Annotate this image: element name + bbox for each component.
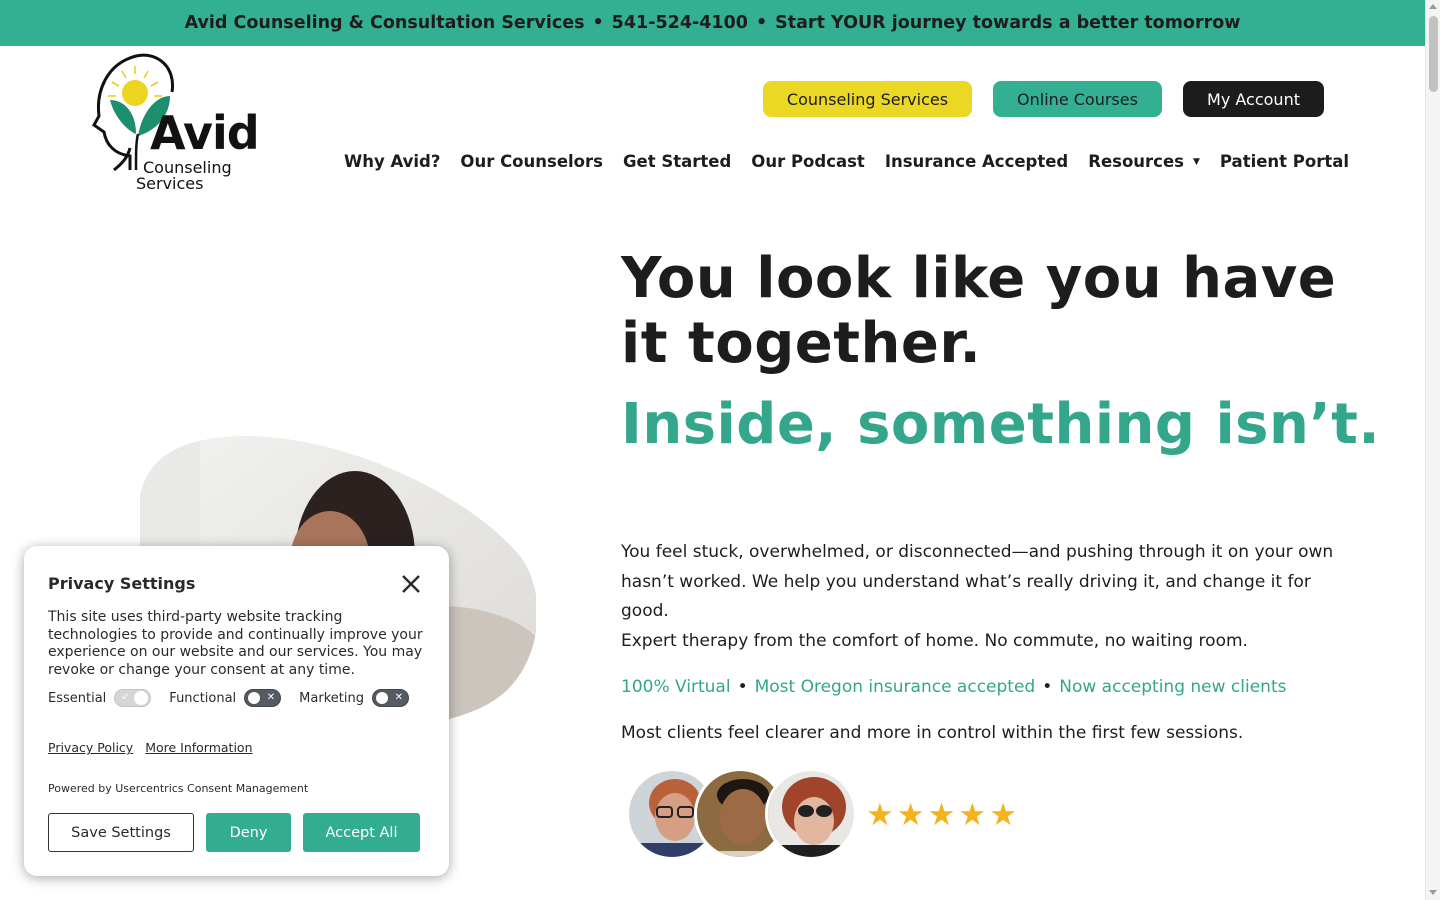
hero-paragraph-results: Most clients feel clearer and more in co…	[621, 723, 1244, 743]
nav-label: Why Avid?	[344, 152, 441, 171]
privacy-dialog-title: Privacy Settings	[48, 574, 196, 593]
logo-subtitle-line2: Services	[136, 174, 204, 193]
toggle-label-essential: Essential	[48, 690, 107, 706]
hero-subheadline: Inside, something isn’t.	[621, 392, 1381, 457]
feature-separator: •	[737, 677, 748, 697]
hero-paragraph-virtual: Expert therapy from the comfort of home.…	[621, 631, 1248, 651]
dropdown-caret-icon: ▼	[1192, 156, 1200, 167]
hero-features: 100% Virtual • Most Oregon insurance accep…	[621, 673, 1286, 703]
nav-item-patient-portal[interactable]: Patient Portal	[1220, 152, 1349, 171]
scroll-down-arrow-icon[interactable]	[1429, 890, 1437, 895]
banner-tagline: Start YOUR journey towards a better tomo…	[775, 13, 1241, 33]
logo-wordmark: Avid	[150, 106, 260, 160]
banner-company-name: Avid Counseling & Consultation Services	[184, 13, 585, 33]
star-icon: ★	[989, 797, 1017, 833]
more-information-link[interactable]: More Information	[145, 740, 252, 755]
rating-stars: ★ ★ ★ ★ ★	[866, 798, 1017, 832]
my-account-button[interactable]: My Account	[1183, 81, 1324, 117]
feature-separator: •	[1042, 677, 1053, 697]
toggle-label-marketing: Marketing	[299, 690, 364, 706]
online-courses-button[interactable]: Online Courses	[993, 81, 1162, 117]
close-icon[interactable]	[399, 572, 423, 596]
top-banner: Avid Counseling & Consultation Services …	[0, 0, 1425, 46]
site-logo[interactable]: Avid Counseling Services	[84, 52, 264, 194]
essential-toggle: ✓	[114, 689, 152, 707]
privacy-dialog-text: This site uses third-party website track…	[48, 609, 423, 679]
client-avatar	[765, 768, 857, 860]
deny-button[interactable]: Deny	[206, 813, 291, 852]
nav-item-get-started[interactable]: Get Started	[623, 152, 731, 171]
star-icon: ★	[958, 797, 987, 833]
marketing-toggle[interactable]: ✕	[371, 689, 409, 707]
check-icon: ✓	[121, 692, 130, 703]
nav-item-our-podcast[interactable]: Our Podcast	[751, 152, 865, 171]
star-icon: ★	[896, 797, 925, 833]
privacy-settings-dialog: Privacy Settings This site uses third-pa…	[24, 546, 449, 876]
main-navigation: Why Avid? Our Counselors Get Started Our…	[344, 152, 1349, 171]
nav-item-insurance-accepted[interactable]: Insurance Accepted	[885, 152, 1068, 171]
accept-all-button[interactable]: Accept All	[303, 813, 420, 852]
star-icon: ★	[927, 797, 956, 833]
nav-label: Get Started	[622, 152, 732, 171]
consent-toggles: Essential ✓ Functional ✕ Marketing ✕	[48, 689, 427, 707]
nav-label: Patient Portal	[1219, 152, 1350, 171]
feature-insurance: Most Oregon insurance accepted	[754, 677, 1036, 697]
banner-separator: •	[755, 13, 768, 33]
functional-toggle[interactable]: ✕	[244, 689, 282, 707]
banner-separator: •	[592, 13, 604, 33]
privacy-links: Privacy Policy More Information	[48, 740, 253, 755]
nav-label: Our Podcast	[751, 152, 865, 171]
counseling-services-button[interactable]: Counseling Services	[763, 81, 972, 117]
save-settings-button[interactable]: Save Settings	[48, 813, 194, 852]
hero-headline: You look like you have it together.	[621, 246, 1337, 376]
nav-item-resources[interactable]: Resources ▼	[1088, 152, 1200, 171]
toggle-label-functional: Functional	[169, 690, 237, 706]
powered-by-text: Powered by Usercentrics Consent Manageme…	[48, 782, 309, 795]
nav-item-our-counselors[interactable]: Our Counselors	[460, 152, 603, 171]
scrollbar-thumb[interactable]	[1429, 16, 1438, 92]
nav-label: Resources	[1088, 152, 1184, 171]
x-icon: ✕	[394, 692, 403, 703]
page-scrollbar[interactable]	[1425, 0, 1440, 900]
banner-phone[interactable]: 541-524-4100	[612, 13, 748, 33]
nav-item-why-avid[interactable]: Why Avid?	[344, 152, 440, 171]
hero-paragraph: You feel stuck, overwhelmed, or disconne…	[621, 542, 1334, 621]
privacy-policy-link[interactable]: Privacy Policy	[48, 740, 133, 755]
star-icon: ★	[866, 797, 894, 833]
x-icon: ✕	[266, 692, 276, 703]
feature-virtual: 100% Virtual	[621, 677, 731, 697]
nav-label: Our Counselors	[460, 152, 603, 171]
feature-accepting: Now accepting new clients	[1059, 677, 1287, 697]
nav-label: Insurance Accepted	[884, 152, 1069, 171]
scroll-up-arrow-icon[interactable]	[1429, 4, 1437, 9]
